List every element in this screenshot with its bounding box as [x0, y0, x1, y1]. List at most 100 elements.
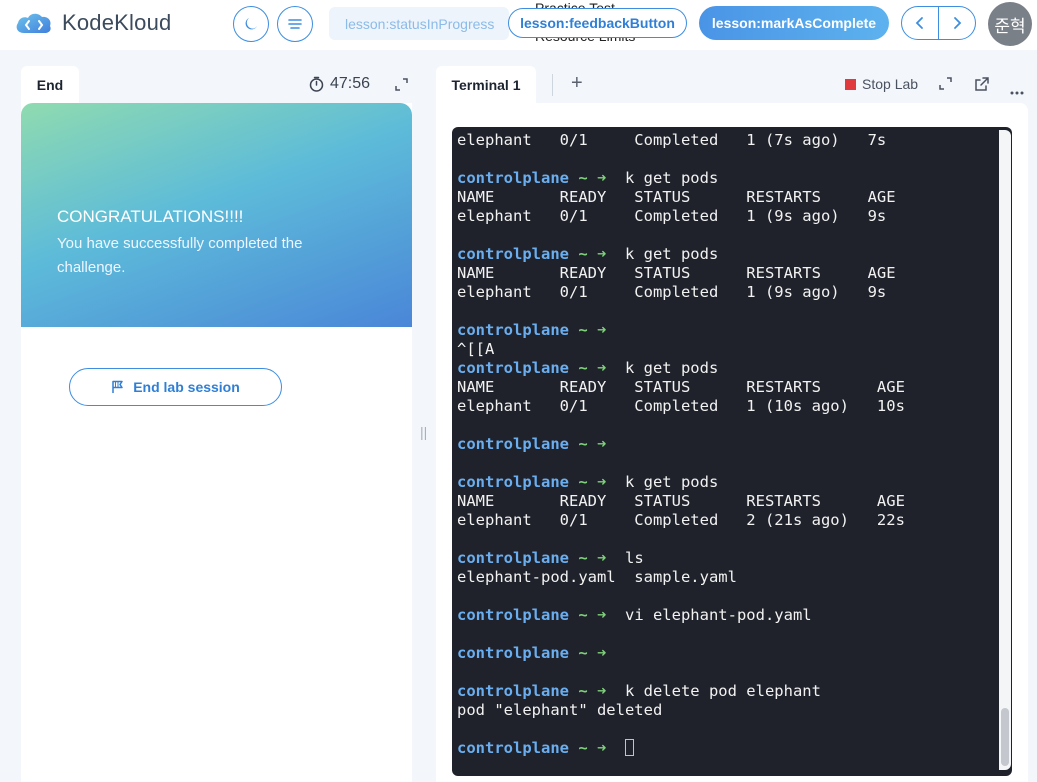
prompt-arrow: ~ ➜ [568, 473, 625, 491]
tab-terminal-1[interactable]: Terminal 1 [436, 66, 536, 104]
prompt-arrow: ~ ➜ [568, 606, 625, 624]
mark-complete-button[interactable]: lesson:markAsComplete [699, 6, 889, 40]
terminal-output-line: elephant-pod.yaml sample.yaml [457, 568, 737, 586]
top-bar: KodeKloud lesson:statusInProgress Practi… [0, 0, 1037, 50]
terminal-output-line: pod "elephant" deleted [457, 701, 663, 719]
end-lab-label: End lab session [133, 379, 240, 395]
prompt-host: controlplane [457, 606, 569, 624]
app-name: KodeKloud [62, 10, 172, 35]
prompt-arrow: ~ ➜ [568, 435, 625, 453]
prompt-host: controlplane [457, 321, 569, 339]
scrollbar-thumb[interactable] [1001, 708, 1009, 766]
theme-toggle-button[interactable] [233, 6, 269, 42]
prompt-arrow: ~ ➜ [568, 682, 625, 700]
menu-button[interactable] [277, 6, 313, 42]
cloud-logo-icon [14, 9, 54, 37]
flag-icon [112, 380, 123, 393]
more-horizontal-icon [1010, 91, 1024, 95]
command-text: k get pods [624, 245, 719, 263]
command-text: k get pods [624, 359, 719, 377]
chevron-left-icon [915, 17, 923, 29]
terminal-output-line: elephant 0/1 Completed 2 (21s ago) 22s [457, 511, 905, 529]
prompt-host: controlplane [457, 359, 569, 377]
congrats-message: You have successfully completed the chal… [57, 235, 303, 276]
add-terminal-button[interactable]: + [571, 72, 583, 95]
prompt-host: controlplane [457, 473, 569, 491]
left-panel-header: End 47:56 [21, 66, 412, 104]
command-text: k get pods [624, 473, 719, 491]
lesson-status-badge: lesson:statusInProgress [329, 7, 509, 40]
terminal-prompt-line: controlplane ~ ➜ [457, 644, 997, 663]
tab-divider [552, 74, 553, 96]
prompt-host: controlplane [457, 549, 569, 567]
expand-icon [395, 78, 408, 91]
prompt-arrow: ~ ➜ [568, 644, 625, 662]
lesson-nav [901, 6, 976, 40]
terminal-output-line: NAME READY STATUS RESTARTS AGE [457, 264, 896, 282]
congrats-banner: CONGRATULATIONS!!!! You have successfull… [21, 103, 412, 327]
prompt-host: controlplane [457, 435, 569, 453]
terminal-prompt-line: controlplane ~ ➜ [457, 435, 997, 454]
stop-icon [845, 78, 856, 90]
lab-timer: 47:56 [309, 75, 370, 93]
terminal-output-line: elephant 0/1 Completed 1 (10s ago) 10s [457, 397, 905, 415]
panel-resize-handle[interactable]: || [420, 424, 427, 440]
terminal-output-line: elephant 0/1 Completed 1 (9s ago) 9s [457, 283, 887, 301]
list-icon [288, 19, 302, 29]
prompt-host: controlplane [457, 682, 569, 700]
stop-lab-label: Stop Lab [862, 76, 919, 92]
stop-lab-button[interactable]: Stop Lab [845, 76, 918, 92]
prompt-arrow: ~ ➜ [568, 549, 625, 567]
command-text: k delete pod elephant [624, 682, 821, 700]
terminal-scrollbar[interactable] [999, 130, 1011, 770]
terminal-output-line: elephant 0/1 Completed 1 (7s ago) 7s [457, 131, 887, 149]
user-avatar[interactable]: 준혁 [988, 2, 1032, 46]
lesson-panel: CONGRATULATIONS!!!! You have successfull… [21, 103, 412, 782]
terminal-output: elephant 0/1 Completed 1 (7s ago) 7s cont… [457, 131, 997, 758]
terminal-header: Terminal 1 + Stop Lab [436, 66, 1037, 104]
tab-end[interactable]: End [21, 66, 79, 104]
feedback-button[interactable]: lesson:feedbackButton [508, 8, 687, 38]
prompt-arrow: ~ ➜ [568, 359, 625, 377]
external-window-icon [975, 77, 989, 91]
terminal-output-line: NAME READY STATUS RESTARTS AGE [457, 492, 905, 510]
congrats-title: CONGRATULATIONS!!!! [57, 207, 244, 226]
timer-value: 47:56 [330, 75, 371, 92]
terminal-cursor [624, 739, 634, 756]
prompt-host: controlplane [457, 644, 569, 662]
command-text: k get pods [624, 169, 719, 187]
expand-terminal-button[interactable] [939, 77, 952, 95]
end-lab-session-button[interactable]: End lab session [69, 368, 282, 406]
expand-left-button[interactable] [395, 78, 408, 96]
terminal-prompt-line: controlplane ~ ➜ k delete pod elephant [457, 682, 997, 701]
prompt-host: controlplane [457, 739, 569, 757]
next-lesson-button[interactable] [939, 7, 975, 39]
kodekloud-logo[interactable]: KodeKloud [14, 9, 171, 37]
terminal-prompt-line: controlplane ~ ➜ k get pods [457, 359, 997, 378]
moon-icon [245, 18, 257, 30]
terminal-prompt-line: controlplane ~ ➜ k get pods [457, 169, 997, 188]
popout-terminal-button[interactable] [974, 76, 990, 97]
terminal-prompt-line: controlplane ~ ➜ [457, 739, 997, 758]
prompt-host: controlplane [457, 245, 569, 263]
terminal-window[interactable]: elephant 0/1 Completed 1 (7s ago) 7s cont… [452, 127, 1012, 776]
terminal-prompt-line: controlplane ~ ➜ k get pods [457, 473, 997, 492]
chevron-right-icon [954, 17, 962, 29]
more-options-button[interactable] [1010, 82, 1024, 100]
expand-icon [939, 77, 952, 90]
command-text: vi elephant-pod.yaml [624, 606, 812, 624]
terminal-output-line: NAME READY STATUS RESTARTS AGE [457, 378, 905, 396]
previous-lesson-button[interactable] [902, 7, 939, 39]
prompt-arrow: ~ ➜ [568, 169, 625, 187]
command-text: ls [624, 549, 644, 567]
terminal-prompt-line: controlplane ~ ➜ [457, 321, 997, 340]
